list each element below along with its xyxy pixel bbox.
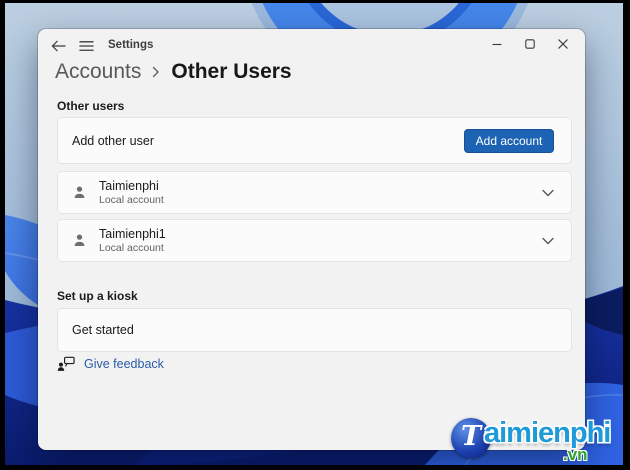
back-arrow-icon	[51, 40, 66, 52]
expand-user-button[interactable]	[541, 189, 555, 197]
user-icon	[74, 186, 85, 199]
window-title: Settings	[108, 39, 154, 51]
minimize-button[interactable]	[480, 33, 513, 55]
feedback-icon	[57, 356, 75, 371]
close-button[interactable]	[546, 33, 579, 55]
give-feedback-link[interactable]: Give feedback	[57, 356, 164, 372]
minimize-icon	[492, 43, 501, 46]
user-account-type: Local account	[99, 241, 164, 254]
chevron-down-icon	[542, 237, 554, 244]
chevron-down-icon	[542, 189, 554, 196]
user-name: Taimienphi1	[99, 226, 166, 241]
expand-user-button[interactable]	[541, 237, 555, 245]
user-account-type: Local account	[99, 193, 164, 206]
chevron-right-icon	[153, 66, 160, 78]
user-name: Taimienphi	[99, 178, 159, 193]
other-users-section-label: Other users	[57, 99, 125, 113]
user-icon	[74, 234, 85, 247]
breadcrumb-other-users: Other Users	[171, 60, 292, 83]
breadcrumb-accounts[interactable]: Accounts	[55, 60, 141, 84]
give-feedback-label: Give feedback	[84, 357, 164, 371]
get-started-row[interactable]: Get started	[57, 308, 572, 352]
add-other-user-row: Add other user Add account	[57, 117, 572, 164]
window-controls	[480, 33, 579, 55]
watermark-domain: .vn	[563, 445, 588, 464]
close-icon	[557, 39, 568, 49]
watermark-name: aimienphi	[484, 417, 611, 449]
user-row-taimienphi1[interactable]: Taimienphi1 Local account	[57, 219, 572, 262]
hamburger-icon	[78, 41, 94, 51]
breadcrumb: Accounts Other Users	[55, 60, 292, 84]
add-account-button[interactable]: Add account	[464, 128, 554, 153]
user-row-taimienphi[interactable]: Taimienphi Local account	[57, 171, 572, 214]
navigation-menu-button[interactable]	[74, 35, 98, 57]
kiosk-section-label: Set up a kiosk	[57, 289, 138, 303]
add-other-user-label: Add other user	[72, 133, 154, 148]
watermark-initial: T	[460, 420, 482, 452]
settings-window: Settings Accounts Other Users Other user…	[38, 29, 585, 450]
maximize-icon	[524, 39, 535, 49]
maximize-button[interactable]	[513, 33, 546, 55]
get-started-label: Get started	[72, 323, 134, 337]
taimienphi-watermark: T aimienphi .vn	[451, 414, 626, 466]
back-button[interactable]	[46, 35, 70, 57]
